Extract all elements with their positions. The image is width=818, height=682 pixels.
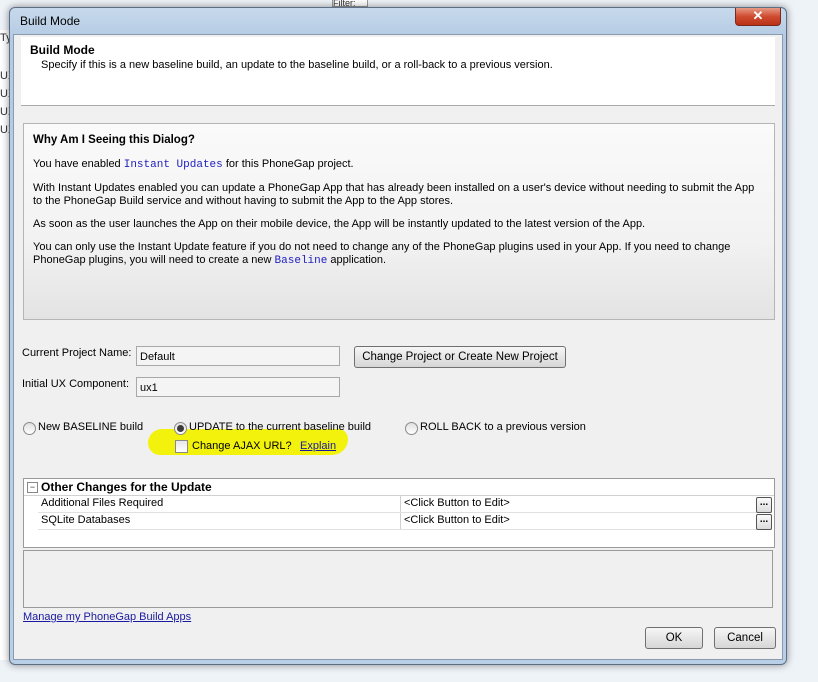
grid-row-name: Additional Files Required <box>41 497 164 509</box>
header-description: Specify if this is a new baseline build,… <box>41 59 553 71</box>
new-baseline-label[interactable]: New BASELINE build <box>38 421 143 433</box>
info-text: application. <box>327 254 387 266</box>
edit-ellipsis-button[interactable]: ... <box>756 497 772 513</box>
update-label[interactable]: UPDATE to the current baseline build <box>189 421 371 433</box>
info-paragraph-3: As soon as the user launches the App on … <box>33 218 646 230</box>
change-ajax-url-label[interactable]: Change AJAX URL? <box>192 440 292 452</box>
build-mode-dialog: Build Mode ✕ Build Mode Specify if this … <box>9 7 787 665</box>
grid-category-header[interactable]: − Other Changes for the Update <box>24 479 774 496</box>
info-paragraph-4: You can only use the Instant Update feat… <box>33 241 763 268</box>
grid-category-title: Other Changes for the Update <box>41 480 212 494</box>
title-bar[interactable]: Build Mode ✕ <box>10 8 786 34</box>
dialog-body: Build Mode Specify if this is a new base… <box>13 34 783 660</box>
rollback-label[interactable]: ROLL BACK to a previous version <box>420 421 586 433</box>
info-paragraph-1: You have enabled Instant Updates for thi… <box>33 158 763 172</box>
grid-column-divider <box>400 513 401 529</box>
cancel-button[interactable]: Cancel <box>714 627 776 649</box>
new-baseline-radio[interactable] <box>23 422 36 435</box>
grid-row[interactable]: Additional Files Required <Click Button … <box>38 496 772 513</box>
grid-row-value: <Click Button to Edit> <box>404 497 510 509</box>
change-ajax-url-checkbox[interactable] <box>175 440 188 453</box>
info-paragraph-2: With Instant Updates enabled you can upd… <box>33 182 755 207</box>
close-button[interactable]: ✕ <box>735 8 781 26</box>
window-title: Build Mode <box>20 14 81 28</box>
grid-row[interactable]: SQLite Databases <Click Button to Edit> … <box>38 513 772 530</box>
project-name-field[interactable]: Default <box>136 346 340 366</box>
info-panel: Why Am I Seeing this Dialog? You have en… <box>23 123 775 320</box>
header-title: Build Mode <box>30 43 95 57</box>
info-title: Why Am I Seeing this Dialog? <box>33 134 195 146</box>
dialog-header: Build Mode Specify if this is a new base… <box>21 37 775 106</box>
grid-column-divider <box>400 496 401 512</box>
grid-row-name: SQLite Databases <box>41 514 131 526</box>
instant-updates-code: Instant Updates <box>123 159 223 171</box>
info-text: for this PhoneGap project. <box>222 158 354 170</box>
rollback-radio[interactable] <box>405 422 418 435</box>
baseline-code: Baseline <box>274 255 328 267</box>
edit-ellipsis-button[interactable]: ... <box>756 514 772 530</box>
explain-link[interactable]: Explain <box>300 440 336 452</box>
ux-component-field[interactable]: ux1 <box>136 377 340 397</box>
update-radio[interactable] <box>174 422 187 435</box>
ux-component-label: Initial UX Component: <box>22 378 129 390</box>
close-icon: ✕ <box>752 8 764 23</box>
collapse-icon[interactable]: − <box>27 482 38 493</box>
info-text: You have enabled <box>33 158 124 170</box>
grid-row-value: <Click Button to Edit> <box>404 514 510 526</box>
project-name-label: Current Project Name: <box>22 347 132 359</box>
property-grid: − Other Changes for the Update Additiona… <box>23 478 775 548</box>
background-filter-label: Filter: <box>332 0 368 7</box>
description-panel <box>23 550 773 608</box>
manage-phonegap-link[interactable]: Manage my PhoneGap Build Apps <box>23 611 191 623</box>
ok-button[interactable]: OK <box>645 627 703 649</box>
change-project-button[interactable]: Change Project or Create New Project <box>354 346 566 368</box>
